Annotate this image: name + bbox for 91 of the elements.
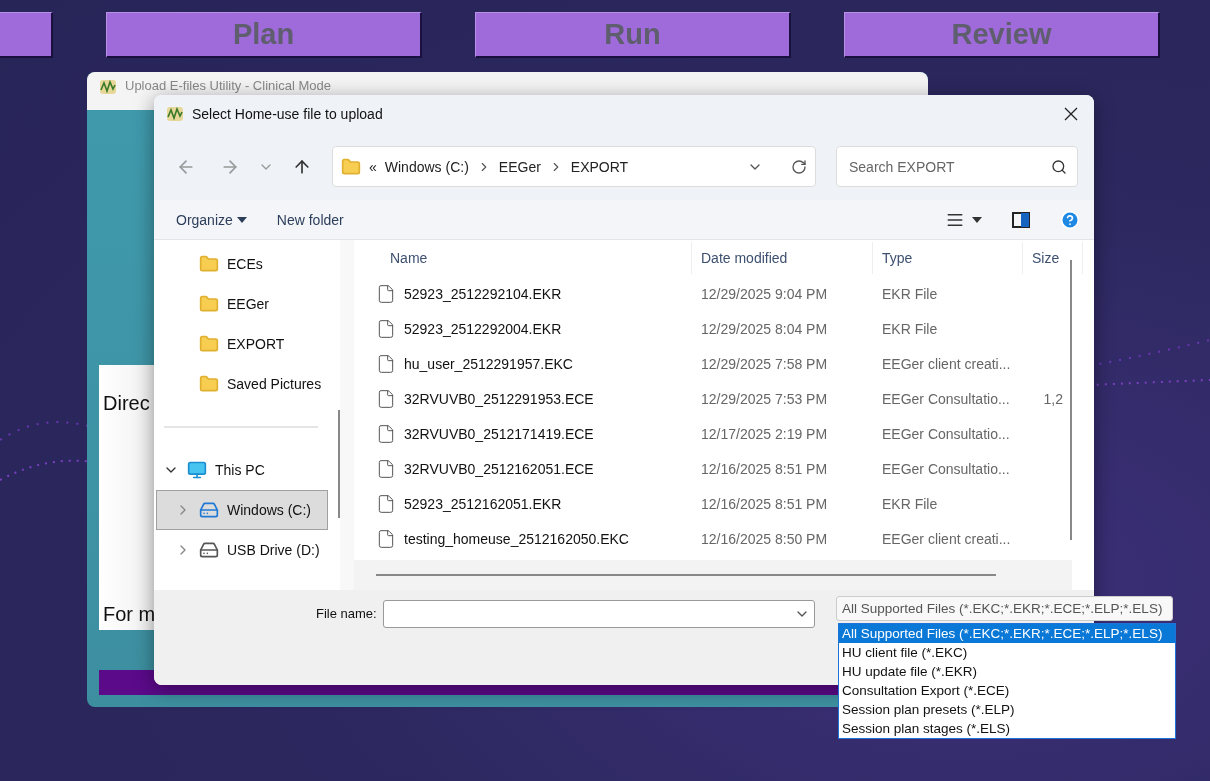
column-header[interactable]: Name	[354, 242, 692, 274]
file-icon	[376, 493, 396, 514]
file-name: testing_homeuse_2512162050.EKC	[404, 530, 629, 547]
nav-item[interactable]: Windows (C:)	[156, 490, 328, 530]
file-row[interactable]: 52923_2512292004.EKR 12/29/2025 8:04 PM EKR File	[354, 311, 1072, 346]
nav-item[interactable]: EXPORT	[156, 324, 328, 364]
file-name-field[interactable]	[382, 600, 815, 628]
nav-item[interactable]: Saved Pictures	[156, 364, 328, 404]
file-icon	[376, 423, 396, 444]
file-name: 52923_2512162051.EKR	[404, 495, 562, 512]
file-name: 32RVUVB0_2512291953.ECE	[404, 390, 594, 407]
folder-icon	[199, 294, 219, 314]
app-icon	[166, 105, 184, 123]
file-type: EKR File	[882, 285, 938, 302]
command-button[interactable]: Organize	[176, 211, 247, 228]
nav-item[interactable]: This PC	[156, 450, 328, 490]
breadcrumb[interactable]: EEGer	[498, 158, 541, 175]
overflow-crumb[interactable]: «	[369, 158, 377, 175]
breadcrumb[interactable]: EXPORT	[570, 158, 629, 175]
file-icon	[376, 528, 396, 549]
file-icon	[376, 458, 396, 479]
file-date: 12/29/2025 7:53 PM	[701, 390, 828, 407]
file-type: EEGer Consultatio...	[882, 425, 1010, 442]
window-title: Upload E-files Utility - Clinical Mode	[125, 78, 331, 93]
file-date: 12/17/2025 2:19 PM	[701, 425, 828, 442]
nav-label: This PC	[215, 462, 265, 478]
nav-label: ECEs	[227, 256, 263, 272]
nav-item[interactable]: USB Drive (D:)	[156, 530, 328, 570]
file-icon	[376, 318, 396, 339]
drive-icon	[199, 540, 219, 560]
command-button[interactable]: New folder	[276, 211, 344, 228]
column-header[interactable]: Date modified	[692, 242, 873, 274]
monitor-icon	[187, 460, 207, 480]
app-icon	[99, 78, 117, 96]
nav-label: Windows (C:)	[227, 502, 311, 518]
search-icon	[1051, 158, 1067, 175]
file-name: 32RVUVB0_2512171419.ECE	[404, 425, 594, 442]
column-header[interactable]: Type	[873, 242, 1023, 274]
refresh-icon[interactable]	[791, 158, 807, 175]
nav-label: USB Drive (D:)	[227, 542, 320, 558]
nav-item[interactable]: EEGer	[156, 284, 328, 324]
file-icon	[376, 283, 396, 304]
file-name-label: File name:	[316, 606, 377, 621]
nav-label: EEGer	[227, 296, 269, 312]
file-name: 52923_2512292104.EKR	[404, 285, 562, 302]
help-icon[interactable]	[1060, 209, 1080, 230]
file-date: 12/29/2025 7:58 PM	[701, 355, 828, 372]
folder-icon	[199, 254, 219, 274]
file-row[interactable]: 52923_2512292104.EKR 12/29/2025 9:04 PM EKR File	[354, 276, 1072, 311]
file-row[interactable]: hu_user_2512291957.EKC 12/29/2025 7:58 PM EEGer client creati...	[354, 346, 1072, 381]
file-icon	[376, 388, 396, 409]
file-name: 52923_2512292004.EKR	[404, 320, 562, 337]
file-name: hu_user_2512291957.EKC	[404, 355, 573, 372]
file-type: EKR File	[882, 495, 938, 512]
file-type: EKR File	[882, 320, 938, 337]
file-icon	[376, 353, 396, 374]
panel-text: For m	[103, 603, 157, 626]
file-name: 32RVUVB0_2512162051.ECE	[404, 460, 594, 477]
folder-icon	[341, 156, 361, 177]
file-type: EEGer Consultatio...	[882, 390, 1010, 407]
address-bar[interactable]: « Windows (C:) EEGer EXPORT	[332, 146, 816, 187]
search-box[interactable]: Search EXPORT	[836, 146, 1078, 187]
file-row[interactable]: 32RVUVB0_2512291953.ECE 12/29/2025 7:53 PM EEGer Consultatio... 1,2	[354, 381, 1072, 416]
file-date: 12/29/2025 9:04 PM	[701, 285, 828, 302]
panel-text: Direc	[103, 392, 151, 415]
file-row[interactable]: 32RVUVB0_2512162051.ECE 12/16/2025 8:51 PM EEGer Consultatio...	[354, 451, 1072, 486]
breadcrumb[interactable]: Windows (C:)	[384, 158, 469, 175]
folder-icon	[199, 374, 219, 394]
file-type: EEGer client creati...	[882, 355, 1011, 372]
file-row[interactable]: testing_homeuse_2512162050.EKC 12/16/2025 8:50 PM EEGer client creati...	[354, 521, 1072, 556]
nav-item[interactable]: ECEs	[156, 244, 328, 284]
file-date: 12/16/2025 8:51 PM	[701, 495, 828, 512]
drive-icon	[199, 500, 219, 520]
file-type: EEGer client creati...	[882, 530, 1011, 547]
caret-icon[interactable]	[236, 216, 247, 223]
dialog-title: Select Home-use file to upload	[192, 106, 384, 122]
file-date: 12/29/2025 8:04 PM	[701, 320, 828, 337]
nav-label: Saved Pictures	[227, 376, 322, 392]
file-date: 12/16/2025 8:51 PM	[701, 460, 828, 477]
file-type: EEGer Consultatio...	[882, 460, 1010, 477]
file-row[interactable]: 52923_2512162051.EKR 12/16/2025 8:51 PM EKR File	[354, 486, 1072, 521]
file-row[interactable]: 32RVUVB0_2512171419.ECE 12/17/2025 2:19 PM EEGer Consultatio...	[354, 416, 1072, 451]
file-size: 1,2	[1043, 390, 1063, 407]
file-type-select[interactable]: All Supported Files (*.EKC;*.EKR;*.ECE;*.ELP;*.ELS)	[836, 596, 1173, 621]
folder-icon	[199, 334, 219, 354]
nav-label: EXPORT	[227, 336, 285, 352]
close-icon[interactable]	[1064, 107, 1078, 121]
file-type-option[interactable]: All Supported Files (*.EKC;*.EKR;*.ECE;*.ELP;*.ELS)	[839, 624, 1175, 643]
preview-pane-icon[interactable]	[1012, 211, 1030, 228]
caret-icon[interactable]	[972, 216, 982, 223]
file-date: 12/16/2025 8:50 PM	[701, 530, 828, 547]
